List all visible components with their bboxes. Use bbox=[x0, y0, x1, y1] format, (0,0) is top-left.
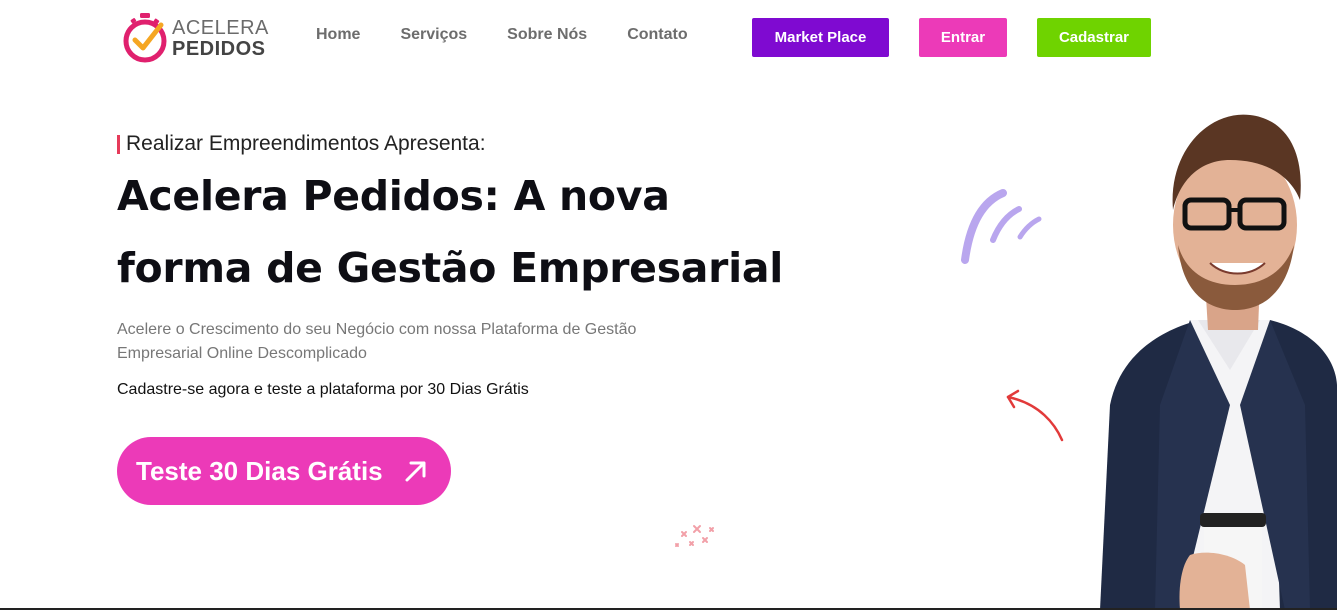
main-nav: Home Serviços Sobre Nós Contato bbox=[316, 26, 728, 44]
businessman-photo bbox=[1100, 114, 1337, 610]
entrar-button[interactable]: Entrar bbox=[919, 18, 1007, 57]
market-place-button[interactable]: Market Place bbox=[752, 18, 889, 57]
nav-contato[interactable]: Contato bbox=[627, 26, 687, 44]
accent-bar bbox=[117, 134, 120, 154]
nav-home[interactable]: Home bbox=[316, 26, 360, 44]
hero-title: Acelera Pedidos: A nova forma de Gestão … bbox=[117, 172, 783, 292]
nav-sobre-nos[interactable]: Sobre Nós bbox=[507, 26, 587, 44]
hero-subtitle: Acelere o Crescimento do seu Negócio com… bbox=[117, 321, 637, 362]
brand-logo[interactable]: ACELERA PEDIDOS bbox=[120, 10, 270, 66]
logo-line2: PEDIDOS bbox=[172, 37, 266, 60]
sparkles-icon bbox=[675, 525, 714, 547]
trial-cta-button[interactable]: Teste 30 Dias Grátis bbox=[117, 437, 451, 505]
trial-cta-label: Teste 30 Dias Grátis bbox=[136, 455, 383, 486]
hero-note: Cadastre-se agora e teste a plataforma p… bbox=[117, 381, 529, 398]
motion-strokes-icon bbox=[961, 189, 1042, 264]
nav-servicos[interactable]: Serviços bbox=[400, 26, 467, 44]
curved-arrow-icon bbox=[1006, 389, 1064, 442]
hero-pretitle-text: Realizar Empreendimentos Apresenta: bbox=[126, 132, 486, 155]
hero-pretitle: Realizar Empreendimentos Apresenta: bbox=[117, 132, 486, 156]
arrow-up-right-icon bbox=[405, 461, 426, 482]
stopwatch-check-icon bbox=[123, 13, 167, 63]
cadastrar-button[interactable]: Cadastrar bbox=[1037, 18, 1151, 57]
logo-line1: ACELERA bbox=[172, 16, 269, 39]
